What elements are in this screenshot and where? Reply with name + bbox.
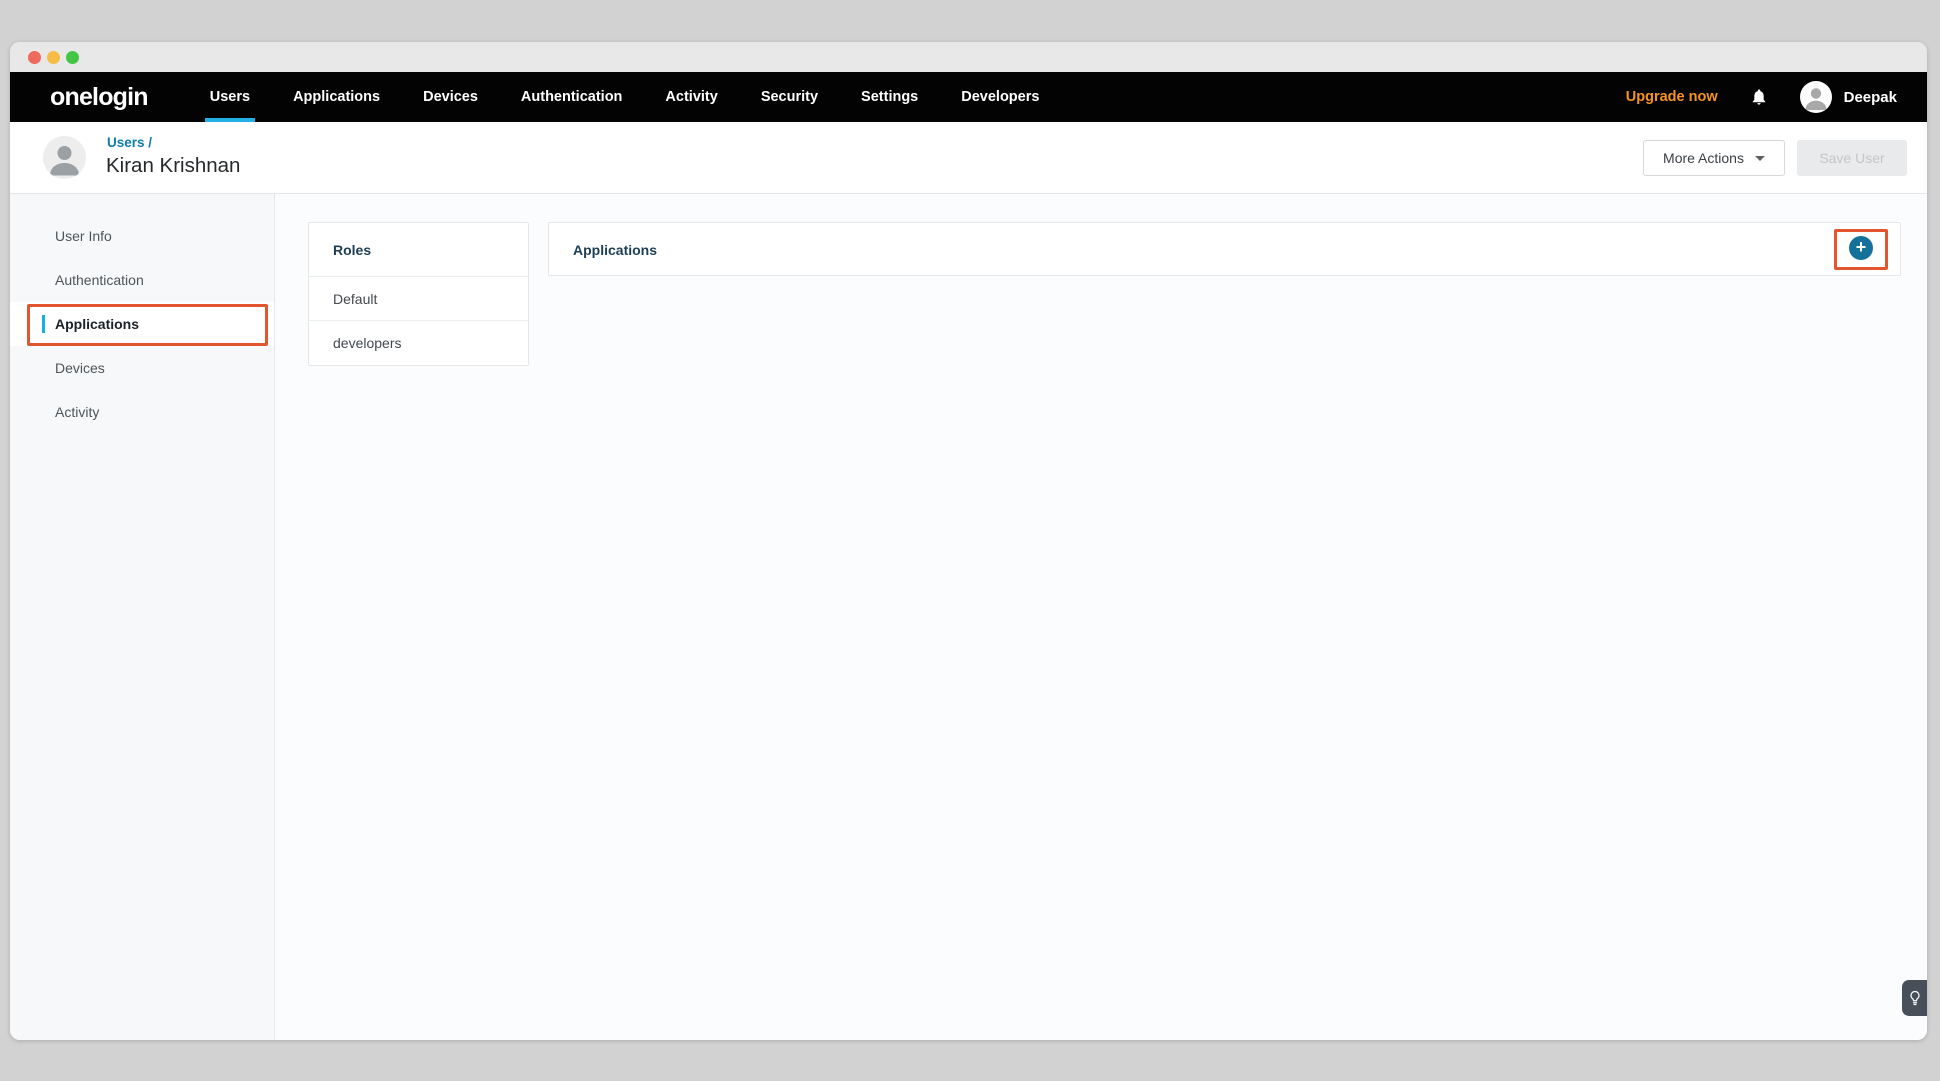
navbar-right: Upgrade now Deepak <box>1626 81 1897 113</box>
nav-item-authentication[interactable]: Authentication <box>521 72 623 122</box>
nav-item-applications[interactable]: Applications <box>293 72 380 122</box>
sidebar-item-authentication[interactable]: Authentication <box>10 258 274 302</box>
nav-item-settings[interactable]: Settings <box>861 72 918 122</box>
close-window-icon[interactable] <box>28 51 41 64</box>
applications-panel-title: Applications <box>549 223 1900 277</box>
plus-icon: + <box>1856 238 1867 256</box>
nav-menu: Users Applications Devices Authenticatio… <box>210 72 1040 122</box>
page-title: Kiran Krishnan <box>106 154 240 178</box>
page-header <box>10 122 1927 194</box>
roles-panel-title: Roles <box>309 223 528 277</box>
roles-panel: Roles Default developers <box>308 222 529 366</box>
more-actions-button[interactable]: More Actions <box>1643 140 1785 176</box>
profile-avatar-icon <box>43 136 86 179</box>
chevron-down-icon <box>1755 156 1765 161</box>
sidebar-item-applications[interactable]: Applications <box>10 302 274 346</box>
selected-indicator-bar <box>42 315 45 333</box>
more-actions-label: More Actions <box>1663 150 1744 166</box>
nav-item-users[interactable]: Users <box>210 72 250 122</box>
breadcrumb[interactable]: Users / <box>107 135 152 150</box>
onelogin-logo[interactable]: onelogin <box>50 83 148 112</box>
minimize-window-icon[interactable] <box>47 51 60 64</box>
account-name: Deepak <box>1844 89 1897 106</box>
nav-item-activity[interactable]: Activity <box>665 72 717 122</box>
sidebar-item-label: Applications <box>55 316 139 332</box>
window-titlebar <box>10 42 1927 72</box>
top-navbar: onelogin Users Applications Devices Auth… <box>10 72 1927 122</box>
sidebar-item-user-info[interactable]: User Info <box>10 214 274 258</box>
role-row-default[interactable]: Default <box>309 277 528 321</box>
app-window: onelogin Users Applications Devices Auth… <box>10 42 1927 1040</box>
upgrade-now-link[interactable]: Upgrade now <box>1626 89 1718 105</box>
nav-item-security[interactable]: Security <box>761 72 818 122</box>
save-user-button[interactable]: Save User <box>1797 140 1907 176</box>
nav-item-devices[interactable]: Devices <box>423 72 478 122</box>
lightbulb-icon <box>1909 990 1921 1006</box>
profile-sidebar: User Info Authentication Applications De… <box>10 194 275 1040</box>
sidebar-item-activity[interactable]: Activity <box>10 390 274 434</box>
sidebar-item-devices[interactable]: Devices <box>10 346 274 390</box>
help-tab[interactable] <box>1902 980 1927 1016</box>
add-application-button[interactable]: + <box>1849 236 1873 260</box>
account-menu[interactable]: Deepak <box>1800 81 1897 113</box>
user-avatar-icon <box>1800 81 1832 113</box>
role-row-developers[interactable]: developers <box>309 321 528 365</box>
notifications-bell-icon[interactable] <box>1750 87 1768 107</box>
nav-item-developers[interactable]: Developers <box>961 72 1039 122</box>
applications-panel: Applications <box>548 222 1901 276</box>
zoom-window-icon[interactable] <box>66 51 79 64</box>
